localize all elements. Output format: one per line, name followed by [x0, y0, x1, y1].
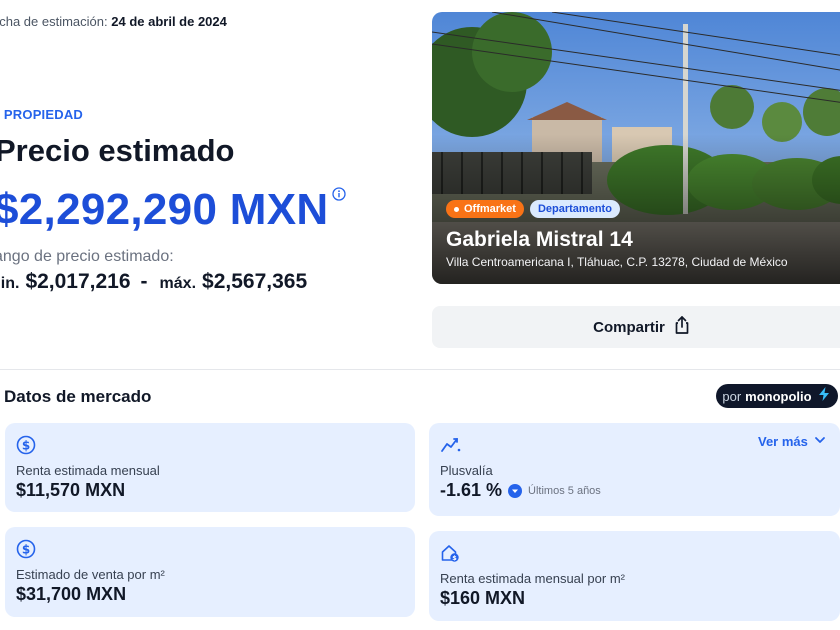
sale-per-m2-label: Estimado de venta por m² — [16, 567, 165, 582]
section-kicker: A PROPIEDAD — [0, 107, 84, 122]
min-label: nin. — [0, 275, 20, 292]
rent-per-m2-card: $ Renta estimada mensual por m² $160 MXN — [429, 531, 840, 621]
estimation-date-value: 24 de abril de 2024 — [111, 14, 227, 29]
ver-mas-label: Ver más — [758, 434, 808, 449]
powered-by-monopolio-badge[interactable]: por monopolio — [716, 384, 838, 408]
share-label: Compartir — [593, 318, 665, 336]
svg-text:$: $ — [22, 439, 30, 453]
sale-per-m2-card: $ Estimado de venta por m² $31,700 MXN — [5, 527, 415, 617]
rent-estimate-label: Renta estimada mensual — [16, 463, 160, 478]
powered-brand: monopolio — [745, 388, 812, 404]
max-label: máx. — [159, 275, 197, 292]
plusvalia-card: Ver más Plusvalía -1.61 % Últimos 5 años — [429, 423, 840, 516]
property-badges: Offmarket Departamento — [446, 200, 620, 218]
plusvalia-value: -1.61 % — [440, 480, 503, 500]
share-icon — [673, 315, 691, 339]
svg-text:$: $ — [22, 543, 30, 557]
estimation-date: echa de estimación: 24 de abril de 2024 — [0, 14, 227, 29]
estimation-date-label: echa de estimación: — [0, 14, 108, 29]
property-photo-card[interactable]: Offmarket Departamento Gabriela Mistral … — [432, 12, 840, 284]
property-type-badge: Departamento — [529, 200, 620, 218]
property-address: Villa Centroamericana I, Tláhuac, C.P. 1… — [446, 255, 788, 269]
powered-prefix: por — [722, 388, 742, 404]
rent-estimate-card: $ Renta estimada mensual $11,570 MXN — [5, 423, 415, 512]
price-range-label: ango de precio estimado: — [0, 248, 174, 265]
page-title: Precio estimado — [0, 133, 235, 168]
market-data-title: Datos de mercado — [4, 387, 152, 406]
price-range: nin. $2,017,216 - máx. $2,567,365 — [0, 270, 307, 294]
svg-text:$: $ — [452, 554, 457, 562]
trend-chart-icon — [440, 435, 461, 455]
plusvalia-period: Últimos 5 años — [528, 484, 601, 497]
dollar-circle-icon: $ — [16, 539, 36, 559]
max-value: $2,567,365 — [202, 270, 308, 293]
sale-per-m2-value: $31,700 MXN — [16, 584, 127, 604]
bolt-icon — [816, 386, 832, 407]
rent-estimate-value: $11,570 MXN — [16, 480, 126, 500]
min-value: $2,017,216 — [25, 270, 131, 293]
share-button[interactable]: Compartir — [432, 306, 840, 348]
offmarket-badge: Offmarket — [446, 200, 524, 218]
property-name: Gabriela Mistral 14 — [446, 228, 633, 251]
estimated-price: $2,292,290 MXN — [0, 185, 329, 234]
estimated-price-row: $2,292,290 MXN — [0, 184, 347, 236]
rent-per-m2-label: Renta estimada mensual por m² — [440, 571, 625, 586]
info-icon[interactable] — [332, 187, 347, 201]
plusvalia-row: -1.61 % Últimos 5 años — [440, 480, 601, 501]
arrow-down-icon — [508, 483, 523, 498]
ver-mas-link[interactable]: Ver más — [758, 434, 826, 449]
chevron-down-icon — [814, 434, 826, 449]
plusvalia-label: Plusvalía — [440, 463, 493, 478]
range-separator: - — [140, 270, 148, 293]
dollar-circle-icon: $ — [16, 435, 36, 455]
section-divider — [0, 369, 840, 370]
house-dollar-icon: $ — [440, 543, 460, 563]
rent-per-m2-value: $160 MXN — [440, 588, 526, 608]
